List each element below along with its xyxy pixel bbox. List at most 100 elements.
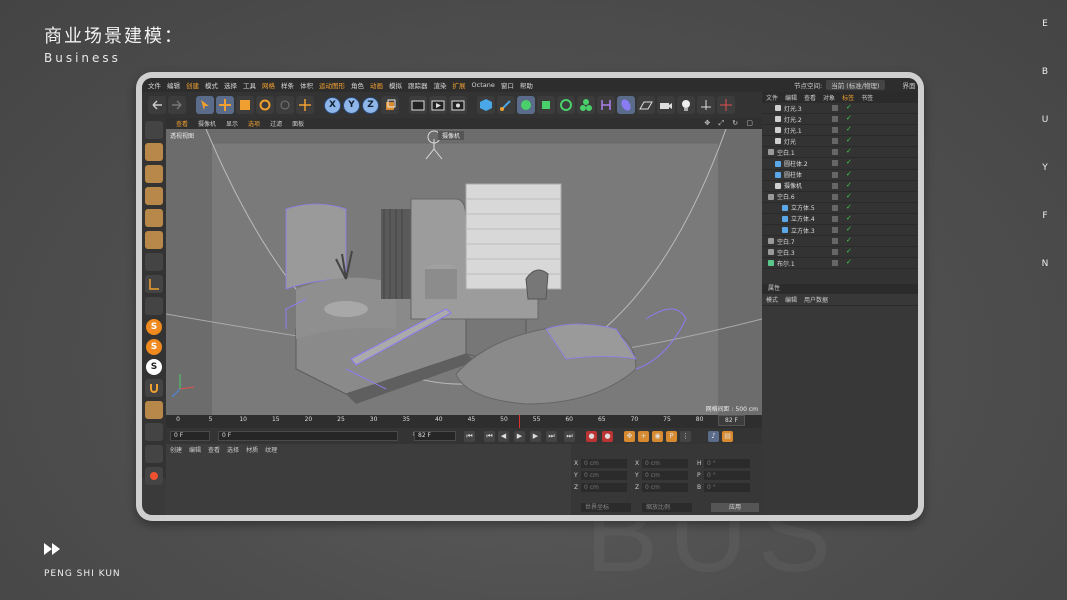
attribute-menu-item[interactable]: 编辑 — [785, 295, 797, 304]
max-end-frame-field[interactable]: 82 F — [414, 431, 456, 441]
layout-label[interactable]: 界面 — [903, 80, 916, 90]
size-x-field[interactable]: 0 cm — [642, 459, 688, 468]
material-menu-item[interactable]: 材质 — [246, 445, 258, 454]
object-manager-tab[interactable]: 标签 — [842, 93, 854, 102]
key-param-icon[interactable]: P — [666, 431, 677, 442]
enabled-check-icon[interactable]: ✓ — [846, 214, 852, 222]
object-row[interactable]: 空白.7 ✓ — [762, 236, 918, 248]
sound-icon[interactable]: ♪ — [708, 431, 719, 442]
field-icon[interactable] — [617, 96, 635, 114]
snap-icon[interactable] — [145, 297, 163, 315]
object-visibility-toggles[interactable] — [832, 215, 840, 222]
menu-item[interactable]: 运动图形 — [319, 80, 345, 90]
viewport-menu-item[interactable]: 过滤 — [270, 119, 282, 128]
menu-item[interactable]: 帮助 — [520, 80, 533, 90]
current-frame-field[interactable]: 0 F — [218, 431, 398, 441]
points-icon[interactable] — [145, 187, 163, 205]
menu-item[interactable]: 角色 — [351, 80, 364, 90]
enabled-check-icon[interactable]: ✓ — [846, 158, 852, 166]
grid-icon[interactable] — [145, 401, 163, 419]
menu-item[interactable]: 样条 — [281, 80, 294, 90]
next-frame-icon[interactable]: ▶ — [530, 431, 541, 442]
enabled-check-icon[interactable]: ✓ — [846, 114, 852, 122]
z-axis-icon[interactable]: Z — [362, 96, 379, 114]
key-scale-icon[interactable]: + — [638, 431, 649, 442]
object-row[interactable]: 圆柱体.2 ✓ — [762, 158, 918, 170]
recent-icon[interactable] — [276, 96, 294, 114]
attribute-menu-item[interactable]: 模式 — [766, 295, 778, 304]
redo-icon[interactable] — [168, 96, 186, 114]
enabled-check-icon[interactable]: ✓ — [846, 170, 852, 178]
object-manager-tab[interactable]: 文件 — [766, 93, 778, 102]
pen-icon[interactable] — [497, 96, 515, 114]
enabled-check-icon[interactable]: ✓ — [846, 236, 852, 244]
object-visibility-toggles[interactable] — [832, 127, 840, 134]
size-z-field[interactable]: 0 cm — [642, 483, 688, 492]
next-key-icon[interactable]: ⏭ — [546, 431, 557, 442]
visibility-dot[interactable] — [832, 260, 838, 267]
menu-item[interactable]: 体积 — [300, 80, 313, 90]
object-row[interactable]: 布尔.1 ✓ — [762, 258, 918, 270]
auto-key-icon[interactable]: ● — [602, 431, 613, 442]
apply-button[interactable]: 应用 — [711, 503, 759, 512]
start-frame-field[interactable]: 0 F — [170, 431, 210, 441]
enabled-check-icon[interactable]: ✓ — [846, 125, 852, 133]
menu-item[interactable]: 模式 — [205, 80, 218, 90]
axis-mode-icon[interactable] — [145, 275, 163, 293]
menu-item[interactable]: 跟踪器 — [408, 80, 428, 90]
light-icon[interactable] — [677, 96, 695, 114]
solo-icon[interactable]: S — [146, 319, 162, 335]
viewport-camera-label[interactable]: 摄像机 — [438, 131, 465, 140]
object-visibility-toggles[interactable] — [832, 193, 840, 200]
key-point-icon[interactable]: ⋮ — [680, 431, 691, 442]
object-row[interactable]: 灯光.3 ✓ — [762, 103, 918, 115]
perspective-viewport[interactable]: 透视视图 摄像机 网格间距 : 500 cm — [166, 129, 762, 415]
enabled-check-icon[interactable]: ✓ — [846, 247, 852, 255]
rotation-b-field[interactable]: 0 ° — [704, 483, 750, 492]
menu-item[interactable]: 扩展 — [453, 80, 466, 90]
object-row[interactable]: 灯光.2 ✓ — [762, 114, 918, 126]
prev-frame-icon[interactable]: ◀ — [498, 431, 509, 442]
object-visibility-toggles[interactable] — [832, 105, 840, 111]
viewport-nav-icons[interactable]: ✥ ⤢ ↻ ▢ — [704, 119, 756, 128]
layer-icon[interactable] — [145, 445, 163, 463]
coordinate-icon[interactable] — [381, 96, 399, 114]
attribute-menu-item[interactable]: 用户数据 — [804, 295, 828, 304]
enabled-check-icon[interactable]: ✓ — [846, 103, 852, 111]
viewport-menu-item[interactable]: 摄像机 — [198, 119, 216, 128]
viewport-menu-item[interactable]: 显示 — [226, 119, 238, 128]
floor-icon[interactable] — [637, 96, 655, 114]
enabled-check-icon[interactable]: ✓ — [846, 192, 852, 200]
object-visibility-toggles[interactable] — [832, 260, 840, 267]
scale-icon[interactable] — [236, 96, 254, 114]
menu-item[interactable]: 窗口 — [501, 80, 514, 90]
enabled-check-icon[interactable]: ✓ — [846, 181, 852, 189]
undo-icon[interactable] — [148, 96, 166, 114]
visibility-dot[interactable] — [832, 204, 838, 211]
material-menu-item[interactable]: 纹理 — [265, 445, 277, 454]
visibility-dot[interactable] — [832, 160, 838, 167]
object-visibility-toggles[interactable] — [832, 116, 840, 123]
material-menu-item[interactable]: 查看 — [208, 445, 220, 454]
scale-mode-select[interactable]: 缩放比例 — [642, 503, 692, 512]
object-row[interactable]: 立方体.5 ✓ — [762, 203, 918, 214]
menu-item[interactable]: 创建 — [186, 80, 199, 90]
material-menu-item[interactable]: 编辑 — [189, 445, 201, 454]
cube-icon[interactable] — [477, 96, 495, 114]
deformer-icon[interactable] — [597, 96, 615, 114]
object-visibility-toggles[interactable] — [832, 238, 840, 245]
material-menu-item[interactable]: 创建 — [170, 445, 182, 454]
object-visibility-toggles[interactable] — [832, 204, 840, 211]
menu-item[interactable]: 模拟 — [389, 80, 402, 90]
object-row[interactable]: 空白.1 ✓ — [762, 147, 918, 159]
move-tool-icon[interactable] — [296, 96, 314, 114]
menu-item[interactable]: 动画 — [370, 80, 383, 90]
extrude-icon[interactable] — [537, 96, 555, 114]
axis-icon[interactable] — [717, 96, 735, 114]
menu-item[interactable]: Octane — [472, 81, 495, 89]
move-icon[interactable] — [216, 96, 234, 114]
visibility-dot[interactable] — [832, 149, 838, 156]
select-icon[interactable] — [196, 96, 214, 114]
menu-item[interactable]: 编辑 — [167, 80, 180, 90]
visibility-dot[interactable] — [832, 193, 838, 200]
